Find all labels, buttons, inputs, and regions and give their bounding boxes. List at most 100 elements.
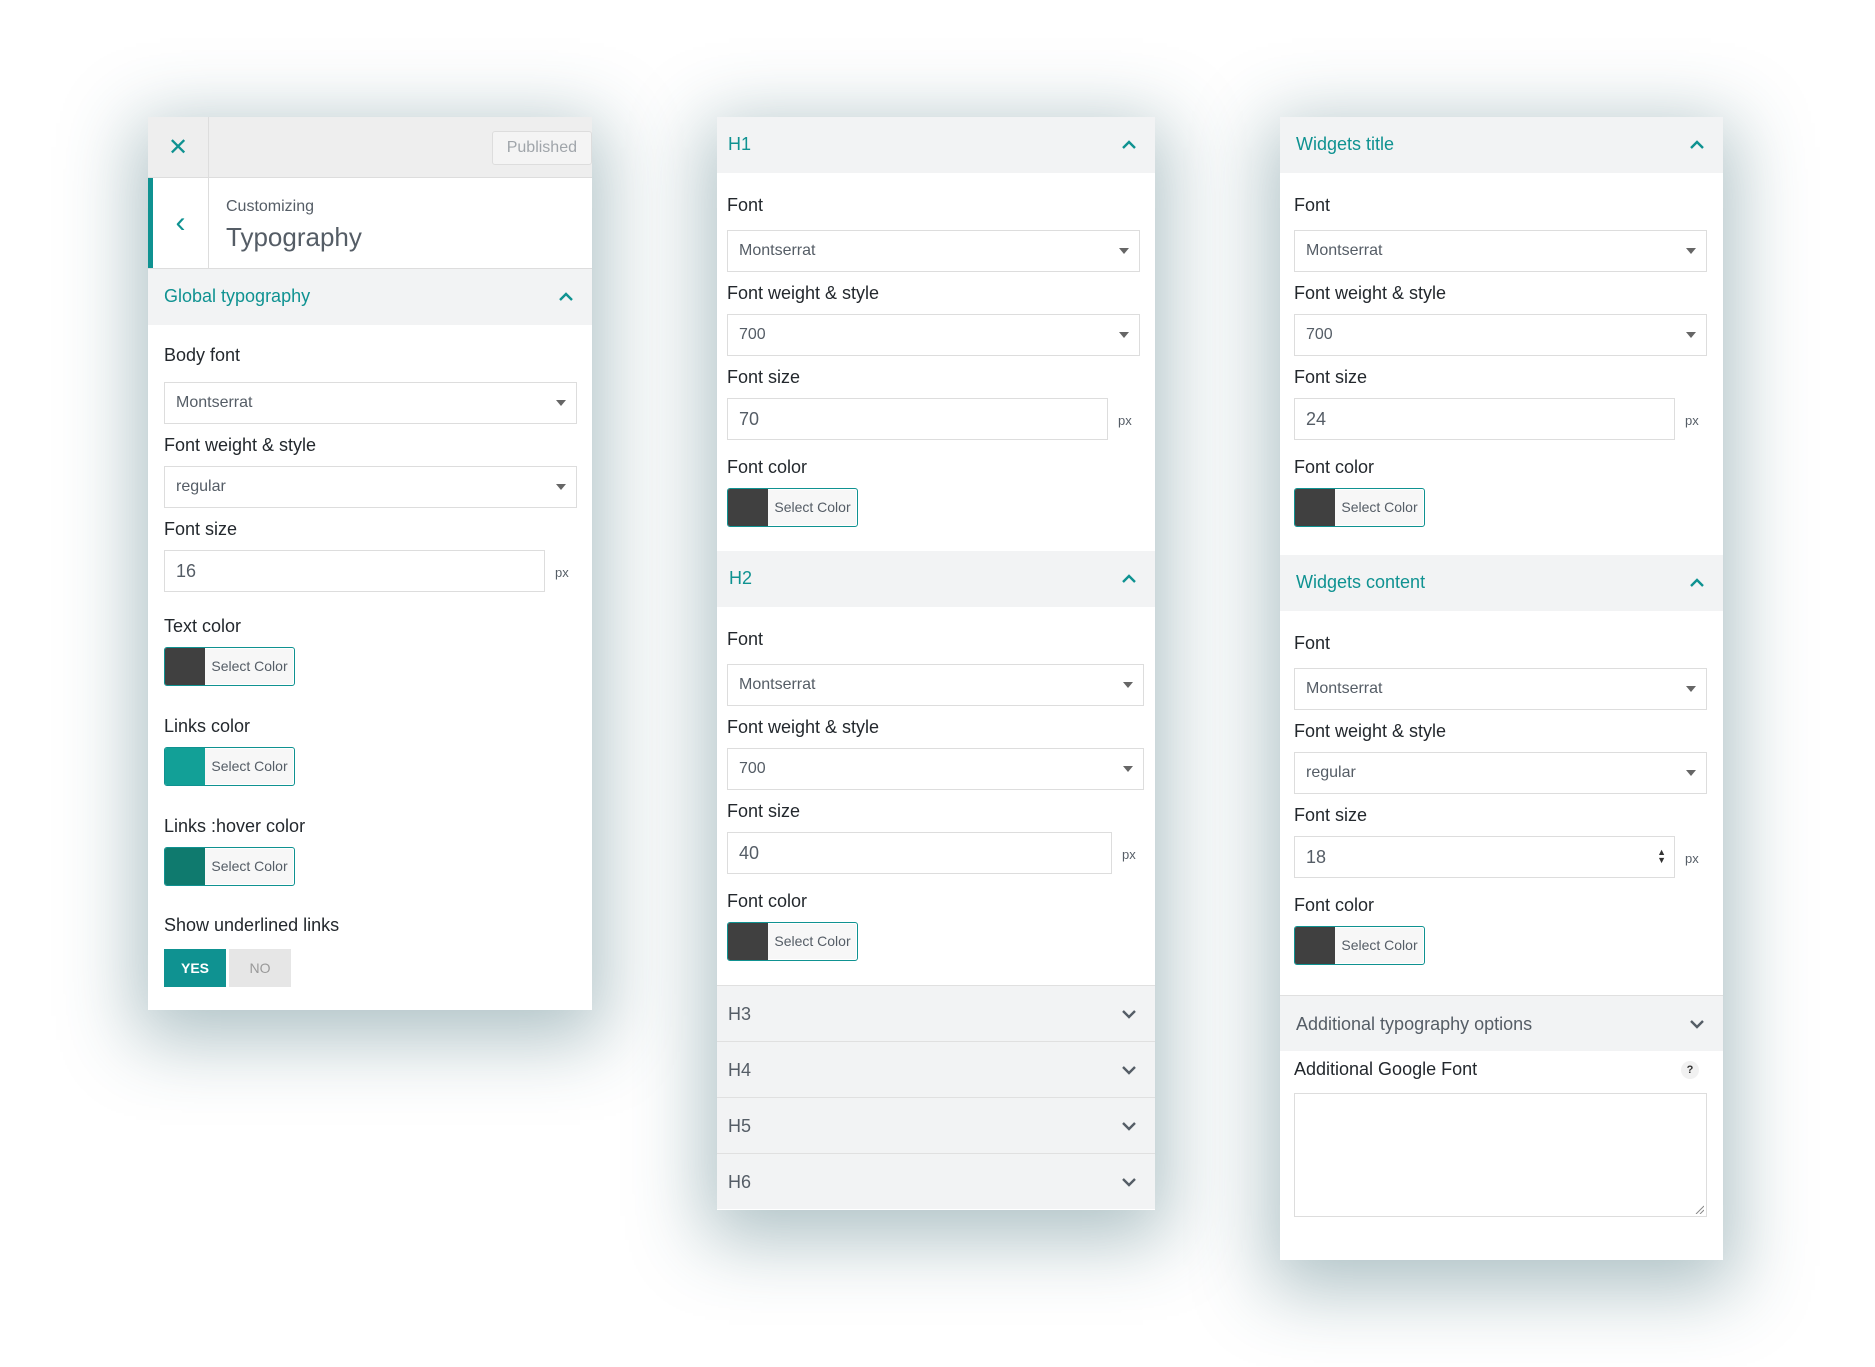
chevron-up-icon xyxy=(1689,137,1705,153)
section-h2[interactable]: H2 xyxy=(717,551,1155,607)
color-swatch xyxy=(1295,927,1335,964)
h1-font-label: Font xyxy=(727,195,764,215)
color-swatch xyxy=(728,923,768,960)
h1-weight-label: Font weight & style xyxy=(727,283,880,303)
google-font-textarea[interactable] xyxy=(1294,1093,1707,1217)
caret-down-icon xyxy=(1686,332,1696,338)
section-title: Widgets title xyxy=(1296,134,1395,154)
section-title: H6 xyxy=(728,1172,752,1192)
section-h4[interactable]: H4 xyxy=(717,1041,1155,1097)
h2-size-input[interactable]: 40 xyxy=(727,832,1112,874)
h1-weight-value: 700 xyxy=(739,326,766,343)
section-title: H2 xyxy=(729,568,753,588)
h2-size-value: 40 xyxy=(739,843,760,863)
font-size-unit: px xyxy=(555,565,569,580)
caret-down-icon xyxy=(1123,766,1133,772)
font-weight-select[interactable]: regular xyxy=(164,466,577,508)
h1-color-picker[interactable]: Select Color xyxy=(727,488,858,527)
caret-down-icon xyxy=(1119,332,1129,338)
section-h3[interactable]: H3 xyxy=(717,985,1155,1041)
section-h5[interactable]: H5 xyxy=(717,1097,1155,1153)
section-h6[interactable]: H6 xyxy=(717,1153,1155,1209)
help-icon[interactable]: ? xyxy=(1681,1061,1699,1079)
h1-font-value: Montserrat xyxy=(739,242,816,259)
widgets-content-weight-value: regular xyxy=(1306,764,1356,781)
links-color-picker[interactable]: Select Color xyxy=(164,747,295,786)
caret-down-icon xyxy=(1686,686,1696,692)
chevron-up-icon xyxy=(1121,137,1137,153)
h2-font-select[interactable]: Montserrat xyxy=(727,664,1144,706)
text-color-picker[interactable]: Select Color xyxy=(164,647,295,686)
published-button[interactable]: Published xyxy=(491,131,592,165)
select-color-label: Select Color xyxy=(774,499,851,515)
widgets-panel: Widgets title Font Montserrat Font weigh… xyxy=(1280,117,1723,1260)
widgets-content-color-picker[interactable]: Select Color xyxy=(1294,926,1425,965)
font-weight-value: regular xyxy=(176,478,226,495)
widgets-title-color-picker[interactable]: Select Color xyxy=(1294,488,1425,527)
h2-weight-value: 700 xyxy=(739,760,766,777)
widgets-content-size-value: 18 xyxy=(1306,847,1327,867)
h2-size-unit: px xyxy=(1122,847,1136,862)
h1-font-select[interactable]: Montserrat xyxy=(727,230,1140,272)
widgets-title-weight-value: 700 xyxy=(1306,326,1333,343)
section-h1[interactable]: H1 xyxy=(717,117,1155,173)
widgets-content-font-select[interactable]: Montserrat xyxy=(1294,668,1707,710)
h1-size-input[interactable]: 70 xyxy=(727,398,1108,440)
section-title: H4 xyxy=(728,1060,752,1080)
widgets-title-font-select[interactable]: Montserrat xyxy=(1294,230,1707,272)
links-color-label: Links color xyxy=(164,716,251,736)
section-additional-typography[interactable]: Additional typography options xyxy=(1280,995,1723,1051)
section-widgets-title[interactable]: Widgets title xyxy=(1280,117,1723,173)
widgets-title-size-unit: px xyxy=(1685,413,1699,428)
section-global-typography[interactable]: Global typography xyxy=(148,269,592,325)
h2-color-picker[interactable]: Select Color xyxy=(727,922,858,961)
widgets-title-font-value: Montserrat xyxy=(1306,242,1383,259)
section-title: H1 xyxy=(728,134,752,154)
close-icon[interactable]: ✕ xyxy=(148,117,209,178)
font-size-input[interactable]: 16 xyxy=(164,550,545,592)
select-color-label: Select Color xyxy=(1341,499,1418,515)
widgets-title-size-label: Font size xyxy=(1294,367,1368,387)
body-font-label: Body font xyxy=(164,345,241,365)
h1-size-label: Font size xyxy=(727,367,801,387)
caret-down-icon xyxy=(1123,682,1133,688)
color-swatch xyxy=(165,648,205,685)
widgets-title-color-label: Font color xyxy=(1294,457,1375,477)
h1-weight-select[interactable]: 700 xyxy=(727,314,1140,356)
back-chevron-icon[interactable]: ‹ xyxy=(148,178,209,268)
h2-size-label: Font size xyxy=(727,801,801,821)
section-widgets-content[interactable]: Widgets content xyxy=(1280,555,1723,611)
font-size-value: 16 xyxy=(176,561,197,581)
caret-down-icon xyxy=(1686,248,1696,254)
chevron-up-icon xyxy=(1689,575,1705,591)
page-title: Typography xyxy=(226,222,362,252)
widgets-content-size-input[interactable]: 18 ▲ ▼ xyxy=(1294,836,1675,878)
toggle-no-button[interactable]: NO xyxy=(229,949,291,987)
body-font-value: Montserrat xyxy=(176,394,253,411)
widgets-content-weight-select[interactable]: regular xyxy=(1294,752,1707,794)
number-spinner-icon[interactable]: ▲ ▼ xyxy=(1657,848,1666,865)
h2-font-label: Font xyxy=(727,629,764,649)
caret-down-icon xyxy=(1686,770,1696,776)
section-title: Global typography xyxy=(164,286,311,306)
toggle-yes-button[interactable]: YES xyxy=(164,949,226,987)
select-color-label: Select Color xyxy=(1341,937,1418,953)
widgets-content-font-value: Montserrat xyxy=(1306,680,1383,697)
body-font-select[interactable]: Montserrat xyxy=(164,382,577,424)
widgets-title-size-input[interactable]: 24 xyxy=(1294,398,1675,440)
chevron-down-icon xyxy=(1121,1062,1137,1078)
select-color-label: Select Color xyxy=(211,658,288,674)
breadcrumb-label: Customizing xyxy=(226,198,315,215)
font-weight-label: Font weight & style xyxy=(164,435,317,455)
color-swatch xyxy=(1295,489,1335,526)
breadcrumb: ‹ Customizing Typography xyxy=(148,178,592,269)
links-hover-color-label: Links :hover color xyxy=(164,816,306,836)
resize-handle-icon[interactable] xyxy=(1694,1204,1704,1214)
h2-weight-select[interactable]: 700 xyxy=(727,748,1144,790)
caret-down-icon xyxy=(556,484,566,490)
google-font-label: Additional Google Font xyxy=(1294,1059,1478,1079)
links-hover-color-picker[interactable]: Select Color xyxy=(164,847,295,886)
color-swatch xyxy=(165,848,205,885)
widgets-title-weight-select[interactable]: 700 xyxy=(1294,314,1707,356)
color-swatch xyxy=(165,748,205,785)
